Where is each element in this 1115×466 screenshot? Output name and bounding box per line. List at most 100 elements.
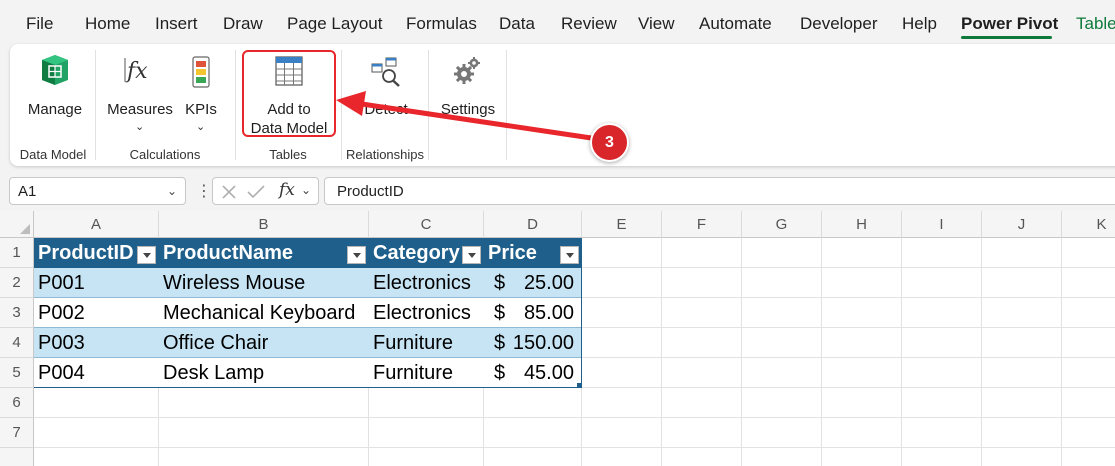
row-header-4[interactable]: 4 [0,328,34,358]
column-header-k[interactable]: K [1062,211,1115,238]
column-header-d[interactable]: D [484,211,582,238]
chevron-down-icon: ⌄ [135,121,145,133]
formula-controls: fx ⌄ [212,177,319,205]
cell-category[interactable]: Electronics [369,298,471,328]
row-header-8[interactable] [0,448,34,466]
column-header-c[interactable]: C [369,211,484,238]
grid-line [661,238,662,466]
name-box[interactable]: A1 ⌄ [9,177,186,205]
cell-currency-symbol: $ [494,272,506,294]
menu-insert[interactable]: Insert [155,14,198,34]
formula-input[interactable]: ProductID [324,177,1115,205]
step-callout-badge: 3 [590,123,629,162]
highlight-box [242,50,336,137]
filter-dropdown-button[interactable] [137,246,156,264]
cell-productname[interactable]: Wireless Mouse [159,268,305,298]
menu-help[interactable]: Help [902,14,937,34]
grid-line [581,238,582,466]
grid-line [34,447,1115,448]
row-header-6[interactable]: 6 [0,388,34,418]
cell-productid[interactable]: P001 [34,268,85,298]
column-header-i[interactable]: I [902,211,982,238]
menu-page-layout[interactable]: Page Layout [287,14,382,34]
chevron-down-icon[interactable]: ⌄ [301,183,311,197]
row-header-2[interactable]: 2 [0,268,34,298]
chevron-down-icon: ⌄ [196,121,206,133]
column-header-e[interactable]: E [582,211,662,238]
measures-button[interactable]: fx Measures ⌄ [104,50,176,140]
cell-category[interactable]: Furniture [369,328,453,358]
cell-price[interactable]: 45.00 [508,358,574,388]
cell-category[interactable]: Furniture [369,358,453,388]
cell-category[interactable]: Electronics [369,268,471,298]
cell-productname[interactable]: Office Chair [159,328,268,358]
excel-window: File Home Insert Draw Page Layout Formul… [0,0,1115,466]
select-all-corner[interactable] [0,211,34,238]
active-tab-indicator [961,36,1052,39]
manage-label: Manage [27,101,83,118]
gear-icon [454,57,480,84]
kpis-button[interactable]: KPIs ⌄ [178,50,224,140]
cell-productid[interactable]: P002 [34,298,85,328]
row-header-5[interactable]: 5 [0,358,34,388]
grid-line [34,417,1115,418]
menu-table[interactable]: Table [1076,14,1115,34]
menu-home[interactable]: Home [85,14,130,34]
header-price[interactable]: Price [484,238,537,268]
column-header-b[interactable]: B [159,211,369,238]
menu-automate[interactable]: Automate [699,14,772,34]
measures-label: Measures [107,101,173,118]
column-header-g[interactable]: G [742,211,822,238]
menu-draw[interactable]: Draw [223,14,263,34]
cell-price[interactable]: 85.00 [508,298,574,328]
header-productid[interactable]: ProductID [34,238,134,268]
cancel-icon[interactable] [221,184,237,200]
more-options-icon[interactable]: ⋮ [196,181,212,201]
group-label-relationships: Relationships [345,147,425,162]
ribbon-separator [506,50,507,160]
menu-data[interactable]: Data [499,14,535,34]
filter-dropdown-button[interactable] [347,246,366,264]
cell-currency-symbol: $ [494,302,506,324]
cell-productname[interactable]: Mechanical Keyboard [159,298,355,328]
enter-check-icon[interactable] [247,184,265,200]
row-header-1[interactable]: 1 [0,238,34,268]
manage-icon [42,55,68,85]
menu-formulas[interactable]: Formulas [406,14,477,34]
filter-dropdown-button[interactable] [462,246,481,264]
table-resize-handle[interactable] [577,383,582,388]
name-box-value: A1 [18,183,37,200]
menu-file[interactable]: File [26,14,53,34]
settings-button[interactable]: Settings [434,50,502,140]
menu-review[interactable]: Review [561,14,617,34]
cell-price[interactable]: 25.00 [508,268,574,298]
header-productname[interactable]: ProductName [159,238,293,268]
column-header-j[interactable]: J [982,211,1062,238]
menu-power-pivot[interactable]: Power Pivot [961,14,1058,34]
menu-bar: File Home Insert Draw Page Layout Formul… [0,0,1115,46]
header-category[interactable]: Category [369,238,460,268]
column-header-a[interactable]: A [34,211,159,238]
row-header-3[interactable]: 3 [0,298,34,328]
filter-dropdown-button[interactable] [560,246,579,264]
manage-button[interactable]: Manage [18,50,92,140]
grid-line [821,238,822,466]
menu-developer[interactable]: Developer [800,14,878,34]
cell-price[interactable]: 150.00 [508,328,574,358]
cell-productname[interactable]: Desk Lamp [159,358,264,388]
column-header-h[interactable]: H [822,211,902,238]
menu-view[interactable]: View [638,14,675,34]
formula-value: ProductID [337,183,404,200]
cell-productid[interactable]: P003 [34,328,85,358]
fx-icon: fx [124,58,148,84]
cell-productid[interactable]: P004 [34,358,85,388]
group-label-data-model: Data Model [19,147,87,162]
group-label-tables: Tables [269,147,307,162]
column-header-f[interactable]: F [662,211,742,238]
ribbon-separator [235,50,236,160]
insert-function-icon[interactable]: fx [279,180,295,200]
chevron-down-icon[interactable]: ⌄ [167,184,177,198]
row-header-7[interactable]: 7 [0,418,34,448]
kpis-label: KPIs [185,101,217,118]
detect-button[interactable]: Detect [348,50,424,140]
